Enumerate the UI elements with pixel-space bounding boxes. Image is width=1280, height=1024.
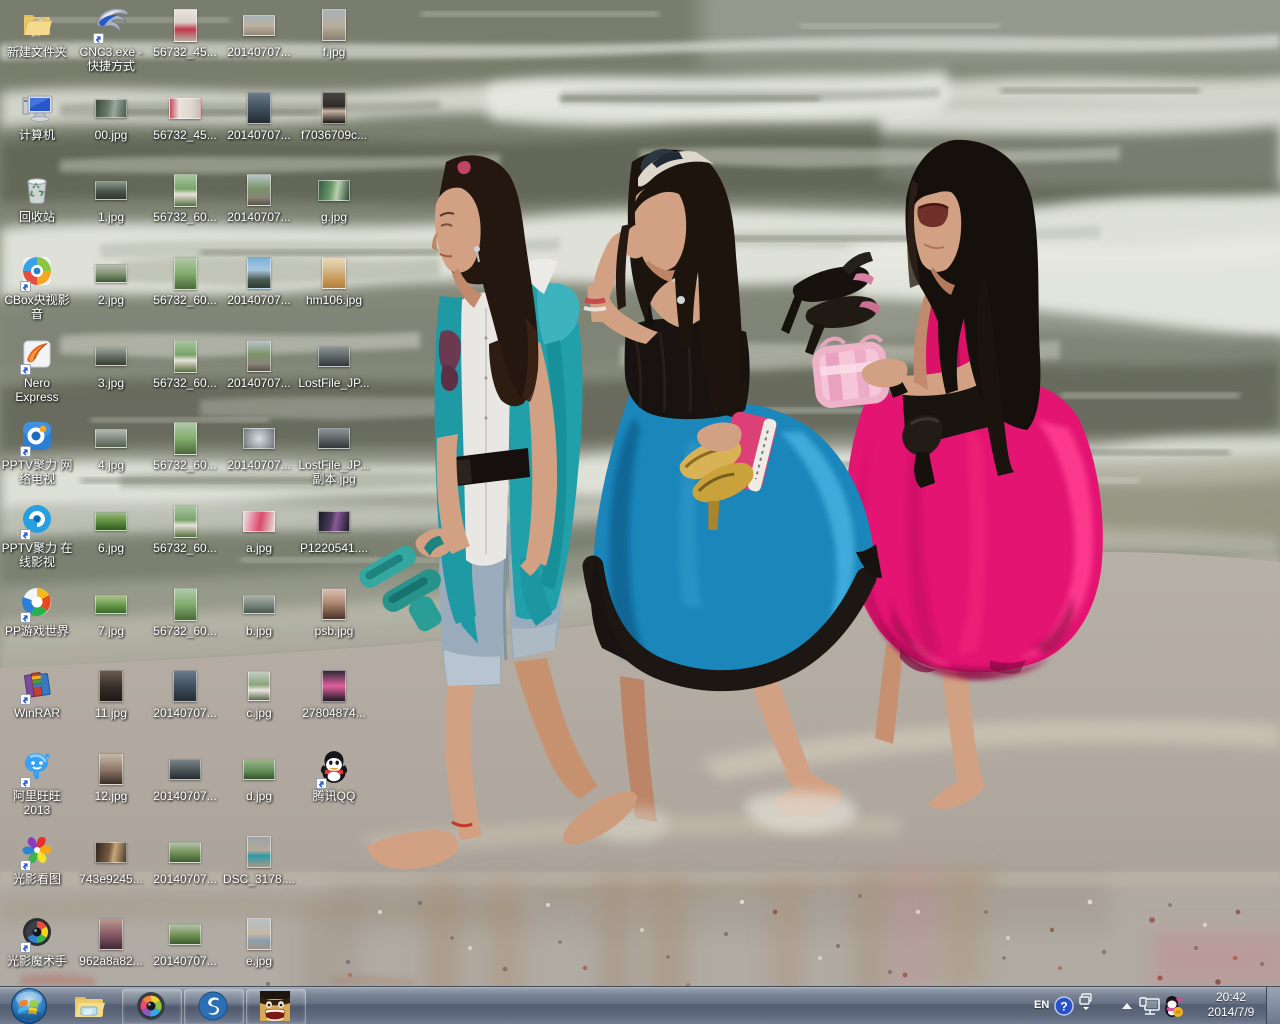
svg-text:?: ? — [1060, 1000, 1067, 1014]
